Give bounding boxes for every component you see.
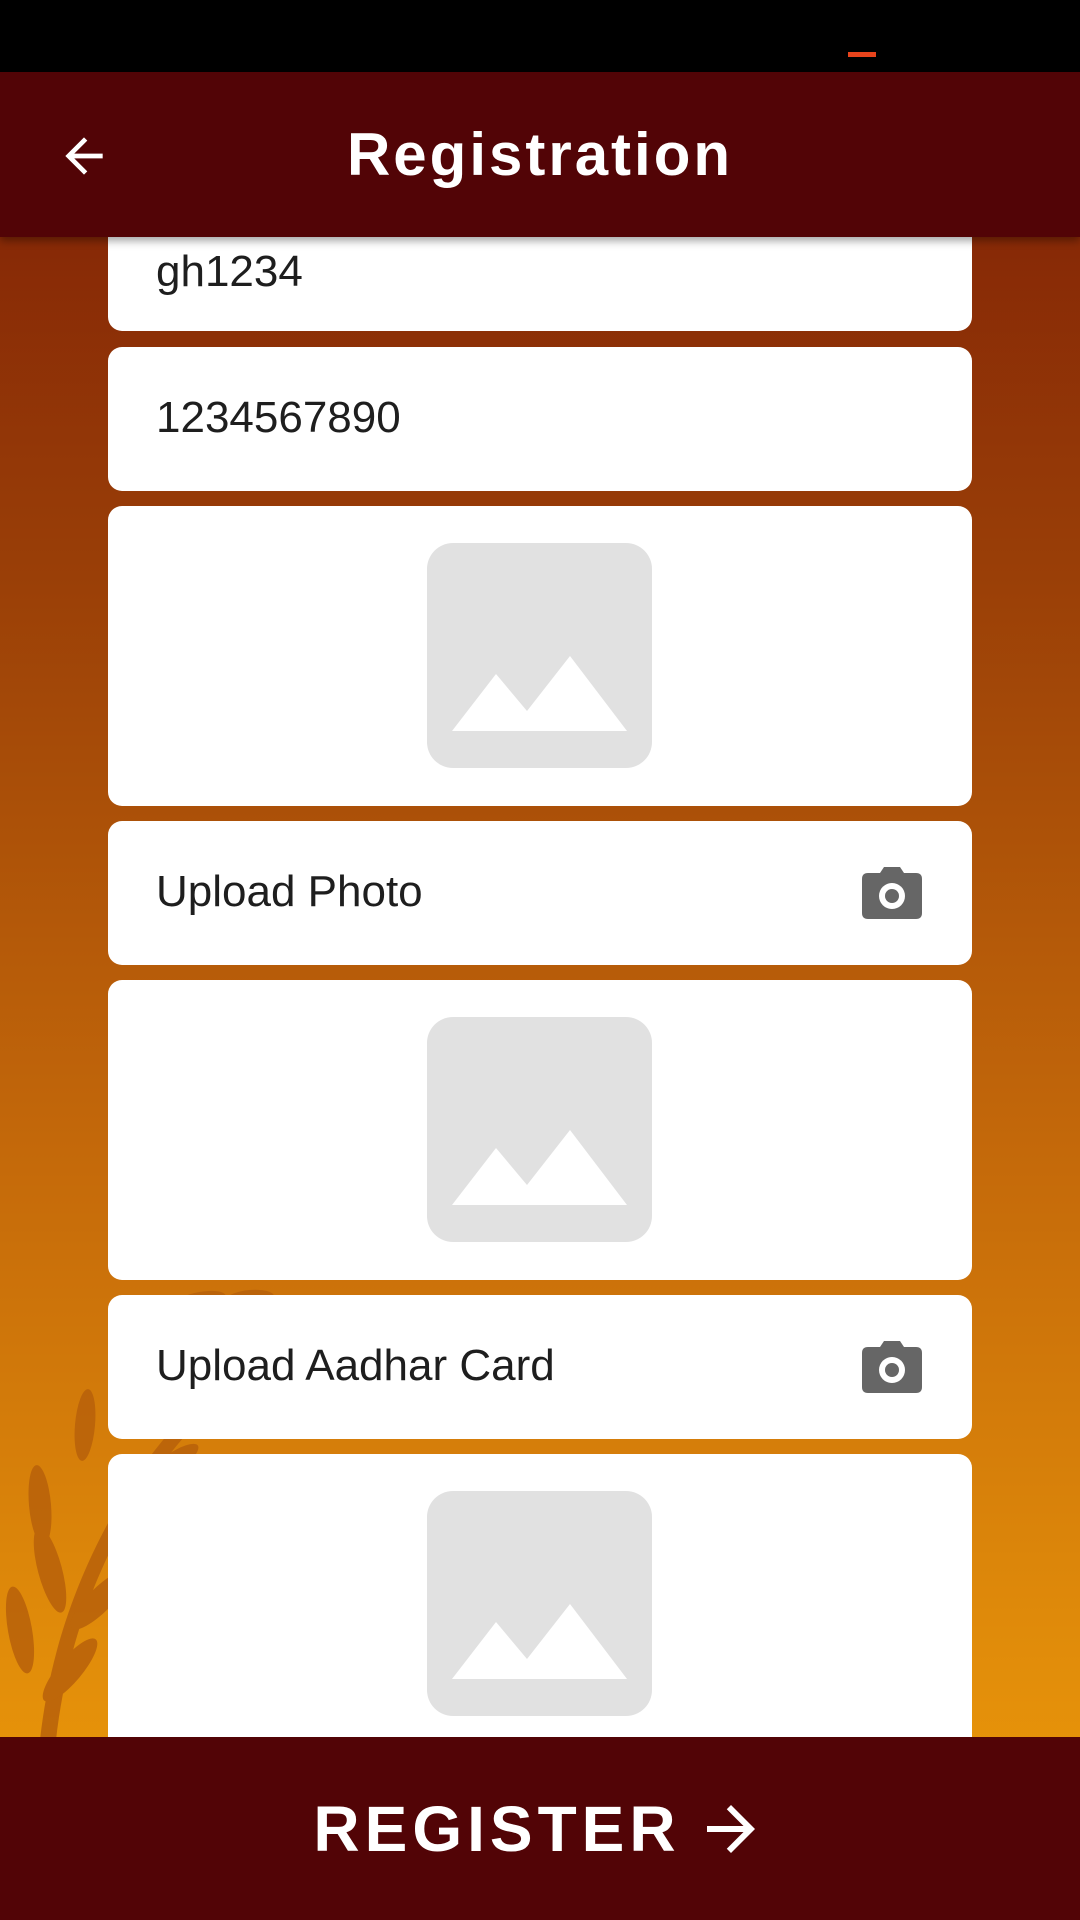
upload-aadhar-button[interactable]: Upload Aadhar Card (108, 1295, 972, 1439)
image-placeholder-icon (427, 543, 652, 768)
image-placeholder-icon (427, 1491, 652, 1716)
back-button[interactable] (50, 122, 118, 190)
username-field[interactable]: gh1234 (108, 237, 972, 331)
camera-icon[interactable] (862, 1341, 922, 1393)
aadhar-preview (108, 980, 972, 1280)
register-label: REGISTER (313, 1792, 681, 1865)
upload-photo-button[interactable]: Upload Photo (108, 821, 972, 965)
phone-field[interactable]: 1234567890 (108, 347, 972, 491)
photo-preview (108, 506, 972, 806)
extra-preview (108, 1454, 972, 1737)
phone-value: 1234567890 (156, 393, 401, 442)
registration-screen: Registration gh1234 1234567890 Upload Ph… (0, 0, 1080, 1920)
status-bar (0, 0, 1080, 72)
arrow-forward-icon (706, 1804, 755, 1853)
upload-photo-label: Upload Photo (156, 867, 423, 916)
camera-icon[interactable] (862, 867, 922, 919)
register-button[interactable]: REGISTER (0, 1737, 1080, 1920)
notification-indicator (848, 52, 876, 57)
upload-aadhar-label: Upload Aadhar Card (156, 1341, 555, 1390)
image-placeholder-icon (427, 1017, 652, 1242)
app-bar: Registration (0, 72, 1080, 237)
arrow-back-icon (65, 137, 103, 175)
username-value: gh1234 (156, 247, 303, 296)
form-scroll-area[interactable]: gh1234 1234567890 Upload Photo Upload Aa… (0, 237, 1080, 1737)
page-title: Registration (346, 121, 734, 188)
